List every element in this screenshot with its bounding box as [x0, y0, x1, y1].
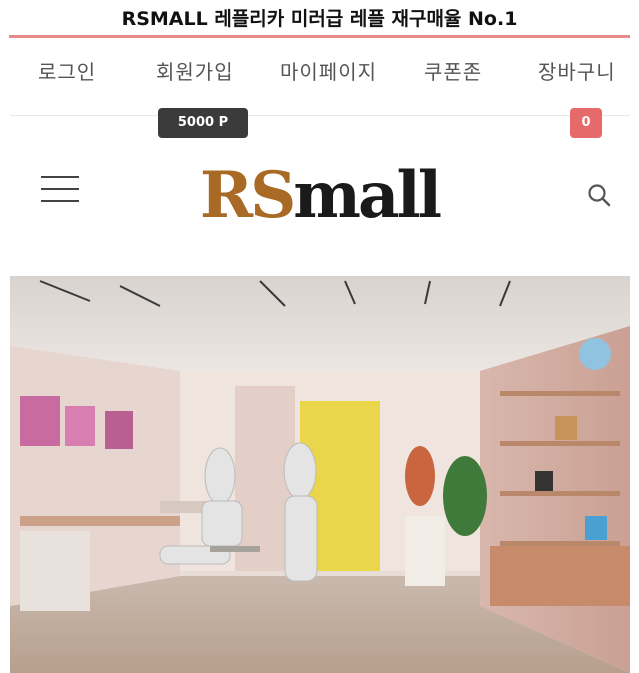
- logo-rs: RS: [199, 158, 296, 233]
- menu-divider: [10, 115, 630, 116]
- top-menu: 로그인 회원가입 마이페이지 쿠폰존 장바구니: [0, 56, 639, 96]
- cart-link[interactable]: 장바구니: [538, 56, 616, 85]
- site-logo[interactable]: RSmall: [0, 158, 639, 233]
- search-icon[interactable]: [586, 182, 612, 208]
- promo-banner-title: RSMALL 레플리카 미러급 레플 재구매율 No.1: [121, 8, 518, 30]
- logo-mall: mall: [293, 158, 442, 233]
- coupon-zone-link[interactable]: 쿠폰존: [424, 56, 482, 85]
- hero-store-image[interactable]: [10, 276, 630, 673]
- accent-divider: [9, 35, 630, 38]
- signup-link[interactable]: 회원가입: [156, 56, 234, 85]
- login-link[interactable]: 로그인: [38, 56, 96, 85]
- site-header: RSmall: [0, 156, 639, 236]
- cart-count-badge: 0: [570, 108, 602, 138]
- mypage-link[interactable]: 마이페이지: [280, 56, 377, 85]
- points-badge: 5000 P: [158, 108, 248, 138]
